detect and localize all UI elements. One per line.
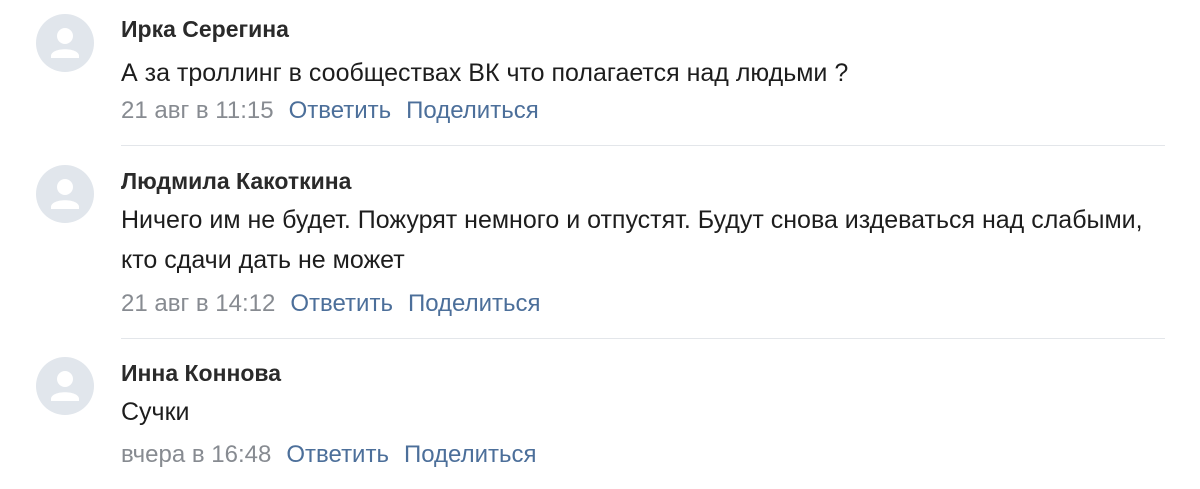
share-button[interactable]: Поделиться	[408, 290, 541, 317]
reply-button[interactable]: Ответить	[289, 97, 392, 124]
comment-meta: 21 авг в 14:12 Ответить Поделиться	[121, 289, 540, 319]
comment-text: А за троллинг в сообществах ВК что полаг…	[121, 59, 849, 87]
share-button[interactable]: Поделиться	[404, 441, 537, 468]
reply-button[interactable]: Ответить	[286, 441, 389, 468]
comment-date[interactable]: вчера в 16:48	[121, 441, 271, 468]
comment-divider	[121, 145, 1165, 146]
user-placeholder-icon[interactable]	[36, 357, 94, 415]
comment-meta: 21 авг в 11:15 Ответить Поделиться	[121, 96, 539, 126]
comment-meta: вчера в 16:48 Ответить Поделиться	[121, 440, 537, 470]
comments-list: Ирка Серегина А за троллинг в сообщества…	[0, 0, 1200, 489]
share-button[interactable]: Поделиться	[406, 97, 539, 124]
comment-author[interactable]: Инна Коннова	[121, 358, 281, 388]
comment-divider	[121, 338, 1165, 339]
user-placeholder-icon[interactable]	[36, 165, 94, 223]
user-placeholder-icon[interactable]	[36, 14, 94, 72]
comment-author[interactable]: Ирка Серегина	[121, 14, 289, 44]
reply-button[interactable]: Ответить	[290, 290, 393, 317]
comment-text: Сучки	[121, 398, 190, 426]
comment-date[interactable]: 21 авг в 14:12	[121, 290, 275, 317]
comment-author[interactable]: Людмила Какоткина	[121, 166, 351, 196]
comment-text: Ничего им не будет. Пожурят немного и от…	[121, 206, 1143, 274]
comment-date[interactable]: 21 авг в 11:15	[121, 97, 274, 124]
